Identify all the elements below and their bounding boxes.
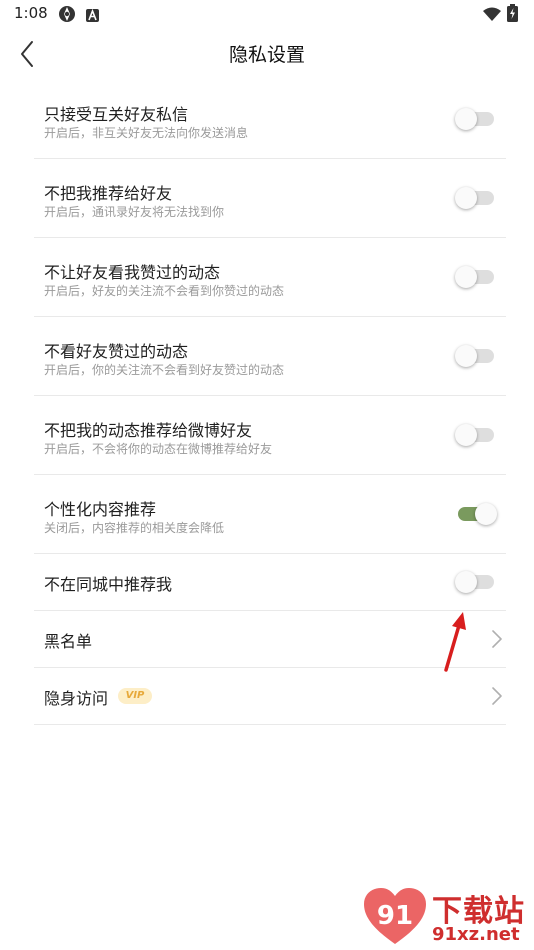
toggle-switch[interactable] bbox=[455, 187, 494, 209]
tor-icon bbox=[58, 5, 76, 27]
setting-hide-friends-likes[interactable]: 不看好友赞过的动态 开启后，你的关注流不会看到好友赞过的动态 bbox=[34, 317, 506, 396]
watermark-logo-text: 91 bbox=[377, 901, 413, 931]
chevron-right-icon bbox=[492, 630, 502, 648]
setting-hide-from-friends[interactable]: 不把我推荐给好友 开启后，通讯录好友将无法找到你 bbox=[34, 159, 506, 238]
page-title: 隐私设置 bbox=[228, 44, 305, 66]
toggle-knob bbox=[455, 187, 477, 209]
setting-title: 黑名单 bbox=[44, 632, 93, 651]
toggle-knob bbox=[455, 266, 477, 288]
setting-subtitle: 开启后，你的关注流不会看到好友赞过的动态 bbox=[44, 363, 285, 377]
annotation-arrow-icon bbox=[444, 612, 466, 672]
toggle-switch[interactable] bbox=[455, 345, 494, 367]
setting-title: 不把我的动态推荐给微博好友 bbox=[44, 421, 253, 440]
setting-mutual-friends-messages[interactable]: 只接受互关好友私信 开启后，非互关好友无法向你发送消息 bbox=[34, 80, 506, 159]
setting-subtitle: 开启后，不会将你的动态在微博推荐给好友 bbox=[44, 442, 273, 456]
a-icon bbox=[86, 7, 99, 26]
toggle-knob bbox=[455, 424, 477, 446]
toggle-knob bbox=[455, 108, 477, 130]
setting-title: 不看好友赞过的动态 bbox=[44, 342, 189, 361]
toggle-switch[interactable] bbox=[458, 503, 497, 525]
battery-charging-icon bbox=[507, 4, 518, 26]
setting-title: 不把我推荐给好友 bbox=[44, 184, 173, 203]
setting-invisible-visit[interactable]: 隐身访问 VIP bbox=[34, 668, 506, 725]
watermark: 91 下载站 91xz.net bbox=[362, 884, 534, 950]
status-bar: 1:08 bbox=[0, 0, 534, 28]
toggle-knob bbox=[475, 503, 497, 525]
watermark-logo-icon: 91 bbox=[364, 888, 426, 944]
vip-badge: VIP bbox=[118, 688, 152, 704]
toggle-switch[interactable] bbox=[455, 424, 494, 446]
toggle-switch[interactable] bbox=[455, 108, 494, 130]
setting-local-recommend[interactable]: 不在同城中推荐我 bbox=[34, 554, 506, 611]
chevron-right-icon bbox=[492, 687, 502, 705]
toggle-switch[interactable] bbox=[455, 266, 494, 288]
setting-title: 隐身访问 bbox=[44, 689, 109, 708]
setting-hide-my-likes[interactable]: 不让好友看我赞过的动态 开启后，好友的关注流不会看到你赞过的动态 bbox=[34, 238, 506, 317]
settings-list: 只接受互关好友私信 开启后，非互关好友无法向你发送消息 不把我推荐给好友 开启后… bbox=[34, 80, 506, 725]
setting-title: 个性化内容推荐 bbox=[44, 500, 157, 519]
toggle-knob bbox=[455, 345, 477, 367]
header-bar: 隐私设置 bbox=[0, 28, 534, 80]
wifi-icon bbox=[483, 6, 501, 25]
setting-title: 不让好友看我赞过的动态 bbox=[44, 263, 221, 282]
toggle-switch[interactable] bbox=[455, 571, 494, 593]
setting-weibo-recommend[interactable]: 不把我的动态推荐给微博好友 开启后，不会将你的动态在微博推荐给好友 bbox=[34, 396, 506, 475]
setting-subtitle: 开启后，好友的关注流不会看到你赞过的动态 bbox=[44, 284, 285, 298]
setting-subtitle: 关闭后，内容推荐的相关度会降低 bbox=[44, 521, 225, 535]
toggle-knob bbox=[455, 571, 477, 593]
status-time: 1:08 bbox=[14, 4, 48, 22]
setting-blacklist[interactable]: 黑名单 bbox=[34, 611, 506, 668]
setting-personalized-recommend[interactable]: 个性化内容推荐 关闭后，内容推荐的相关度会降低 bbox=[34, 475, 506, 554]
setting-title: 不在同城中推荐我 bbox=[44, 575, 173, 594]
setting-subtitle: 开启后，非互关好友无法向你发送消息 bbox=[44, 126, 249, 140]
watermark-url: 91xz.net bbox=[432, 924, 520, 945]
setting-subtitle: 开启后，通讯录好友将无法找到你 bbox=[44, 205, 225, 219]
setting-title: 只接受互关好友私信 bbox=[44, 105, 189, 124]
